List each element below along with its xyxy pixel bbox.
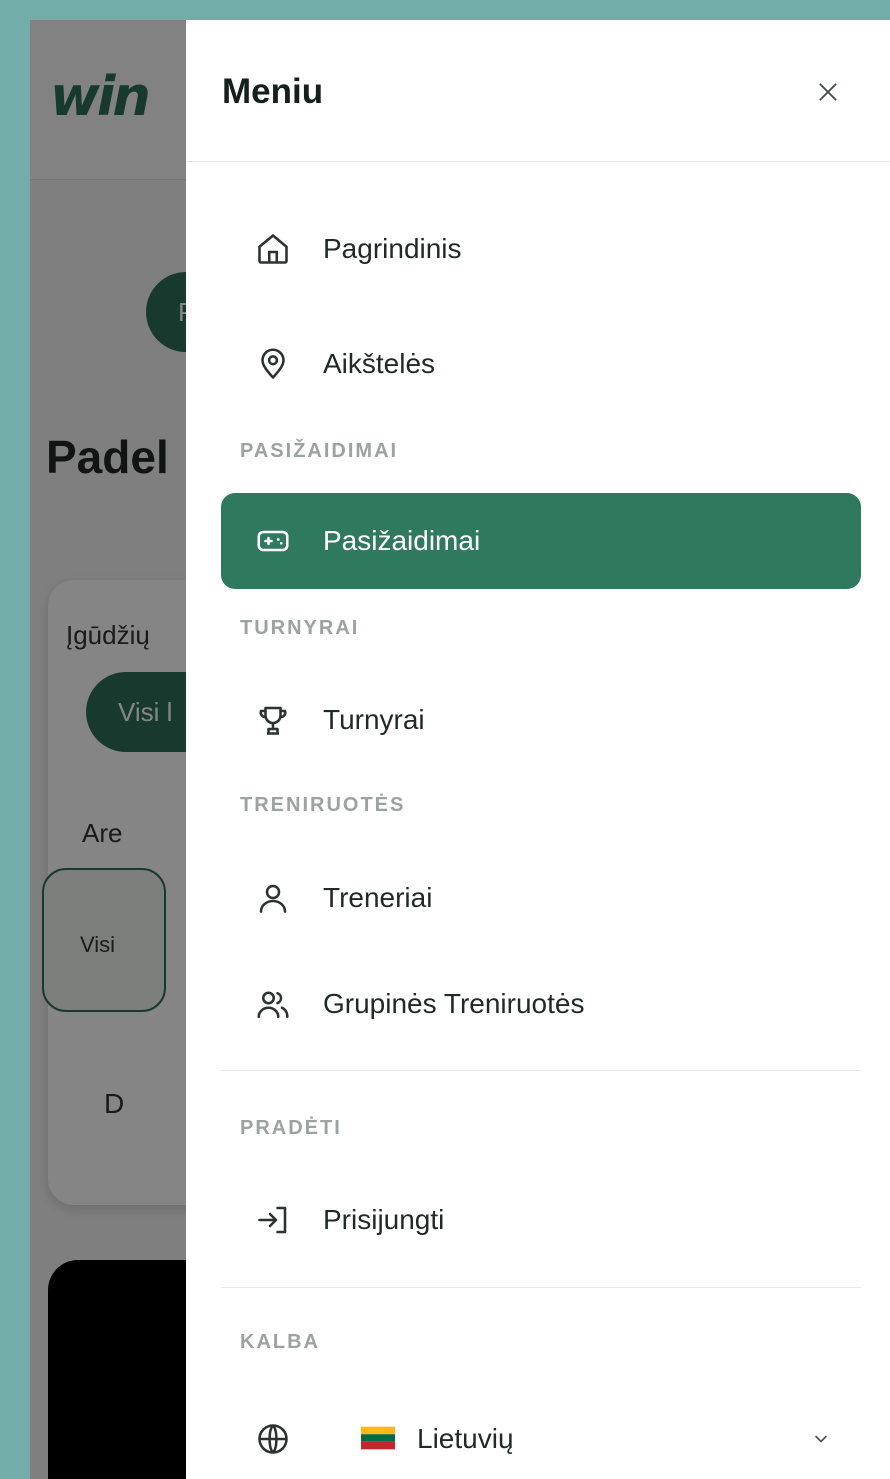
nav-item-login[interactable]: Prisijungti — [221, 1172, 861, 1268]
home-icon — [258, 234, 288, 264]
user-icon — [259, 884, 287, 913]
drawer-header: Meniu — [186, 20, 890, 162]
map-pin-icon — [261, 348, 285, 379]
side-menu-drawer: Meniu Pagrindinis Aikštelės PASIŽAIDIMAI — [186, 20, 890, 1479]
nav-item-pasizaidimai[interactable]: Pasižaidimai — [221, 493, 861, 589]
nav-item-home[interactable]: Pagrindinis — [221, 201, 861, 297]
gamepad-icon — [257, 530, 289, 552]
nav-item-coaches[interactable]: Treneriai — [221, 850, 861, 946]
language-select[interactable]: Lietuvių — [221, 1391, 861, 1479]
nav-item-label: Pasižaidimai — [323, 525, 481, 556]
chevron-down-icon — [815, 1435, 827, 1443]
nav-item-courts[interactable]: Aikštelės — [221, 316, 861, 412]
drawer-title: Meniu — [222, 72, 324, 111]
globe-icon — [258, 1424, 288, 1454]
users-icon — [257, 991, 289, 1019]
lithuania-flag-icon — [361, 1426, 395, 1450]
divider — [221, 1070, 861, 1071]
language-label: Lietuvių — [417, 1423, 514, 1454]
login-icon — [258, 1206, 287, 1234]
nav-item-label: Prisijungti — [323, 1204, 445, 1235]
nav-item-tournaments[interactable]: Turnyrai — [221, 672, 861, 768]
nav-item-label: Aikštelės — [323, 348, 436, 379]
close-button[interactable] — [804, 68, 852, 116]
nav-item-label: Turnyrai — [323, 704, 425, 735]
nav-item-label: Grupinės Treniruotės — [323, 988, 585, 1019]
trophy-icon — [259, 706, 287, 735]
divider — [221, 1287, 861, 1288]
close-icon — [819, 83, 837, 101]
nav-item-label: Treneriai — [323, 882, 433, 913]
section-label-pasizaidimai: PASIŽAIDIMAI — [240, 440, 399, 462]
section-label-pradeti: PRADĖTI — [240, 1117, 342, 1139]
nav-item-group-trainings[interactable]: Grupinės Treniruotės — [221, 956, 861, 1052]
section-label-treniruotes: TRENIRUOTĖS — [240, 794, 406, 816]
section-label-turnyrai: TURNYRAI — [240, 617, 360, 639]
nav-item-label: Pagrindinis — [323, 233, 462, 264]
section-label-kalba: KALBA — [240, 1331, 320, 1353]
